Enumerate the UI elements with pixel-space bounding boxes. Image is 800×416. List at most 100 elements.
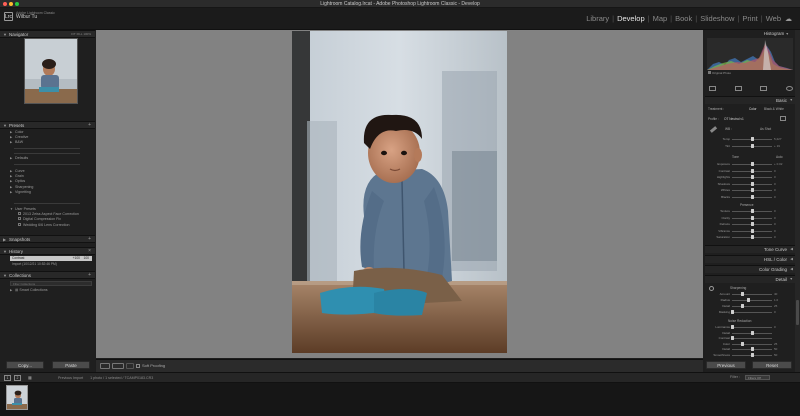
slider-masking[interactable]: Masking 0 xyxy=(706,310,790,315)
slider-knob[interactable] xyxy=(750,347,754,352)
preset-group[interactable]: ▶ B&W xyxy=(10,140,28,145)
slider-knob[interactable] xyxy=(750,330,754,335)
slider-amount[interactable]: Amount 40 xyxy=(706,292,790,297)
preset-group[interactable]: ▶ Defaults xyxy=(10,156,28,161)
slider-value[interactable]: 5,227 xyxy=(774,137,782,142)
navigator-zoom-options[interactable]: FIT FILL 100% xyxy=(71,31,91,38)
slider-detail[interactable]: Detail xyxy=(706,330,790,336)
slider-texture[interactable]: Texture 0 xyxy=(706,209,790,214)
detail-preview-icon[interactable] xyxy=(709,286,714,291)
navigator-preview[interactable] xyxy=(24,38,78,104)
snapshots-header[interactable]: ▶ Snapshots + xyxy=(0,235,95,243)
slider-knob[interactable] xyxy=(750,228,754,233)
history-row-selected[interactable]: Contrast +100 100 xyxy=(10,256,92,261)
before-after-toggle-icon[interactable] xyxy=(126,363,134,369)
slider-knob[interactable] xyxy=(730,325,734,329)
slider-track[interactable] xyxy=(732,294,772,295)
zoom-window-button[interactable] xyxy=(15,2,19,6)
identity-plate[interactable]: Adobe Lightroom Classic Wilbur Tu xyxy=(16,11,55,20)
slider-value[interactable]: 0 xyxy=(774,182,776,187)
paste-settings-button[interactable]: Paste xyxy=(52,361,90,369)
slider-track[interactable] xyxy=(732,306,772,307)
reset-button[interactable]: Reset xyxy=(752,361,792,369)
slider-knob[interactable] xyxy=(750,194,754,199)
wb-dropdown[interactable]: As Shot xyxy=(760,127,771,131)
slider-knob[interactable] xyxy=(750,144,754,148)
slider-value[interactable]: 0 xyxy=(774,169,776,174)
color-grading-header[interactable]: Color Grading ◀ xyxy=(705,265,795,273)
slider-blacks[interactable]: Blacks 0 xyxy=(706,194,790,200)
collections-filter-input[interactable]: Filter Collections xyxy=(10,281,92,286)
slider-knob[interactable] xyxy=(740,304,744,308)
scrollbar-thumb[interactable] xyxy=(796,300,799,325)
collection-smart[interactable]: ▶ ▦ Smart Collections xyxy=(10,288,48,293)
masking-icon[interactable] xyxy=(785,86,793,91)
collections-header[interactable]: ▼ Collections + xyxy=(0,271,95,279)
slider-value[interactable]: 0 xyxy=(774,235,776,240)
slider-shadows[interactable]: Shadows 0 xyxy=(706,181,790,187)
module-library[interactable]: Library xyxy=(586,14,609,23)
slider-value[interactable]: 1.0 xyxy=(774,298,778,303)
slider-track[interactable] xyxy=(732,338,772,340)
slider-contrast[interactable]: Contrast 0 xyxy=(706,168,790,174)
hsl-color-header[interactable]: HSL / Color ◀ xyxy=(705,255,795,263)
slider-value[interactable]: 50 xyxy=(774,347,777,352)
slider-value[interactable]: 0 xyxy=(774,222,776,227)
slider-track[interactable] xyxy=(732,312,772,313)
navigator-header[interactable]: ▼ Navigator FIT FILL 100% xyxy=(0,30,95,38)
slider-track[interactable] xyxy=(732,343,772,345)
cloud-icon[interactable]: ☁ xyxy=(785,15,792,23)
slider-value[interactable]: 0 xyxy=(774,325,776,330)
slider-knob[interactable] xyxy=(750,235,754,239)
slider-radius[interactable]: Radius 1.0 xyxy=(706,298,790,303)
detail-header[interactable]: Detail ▼ xyxy=(705,275,795,283)
slider-detail[interactable]: Detail 25 xyxy=(706,304,790,309)
slider-value[interactable]: 0 xyxy=(774,195,776,200)
loupe-view-icon[interactable] xyxy=(100,363,110,369)
auto-tone-button[interactable]: Auto xyxy=(776,155,783,159)
slider-track[interactable] xyxy=(732,300,772,301)
slider-exposure[interactable]: Exposure + 0.02 xyxy=(706,162,790,167)
slider-value[interactable]: 50 xyxy=(774,353,777,358)
clear-history-icon[interactable]: × xyxy=(88,248,91,255)
slider-value[interactable]: 0 xyxy=(774,175,776,180)
module-book[interactable]: Book xyxy=(675,14,692,23)
preset-group[interactable]: ▶ Vignetting xyxy=(10,190,33,195)
slider-dehaze[interactable]: Dehaze 0 xyxy=(706,222,790,227)
treatment-bw-option[interactable]: Black & White xyxy=(764,107,784,111)
module-print[interactable]: Print xyxy=(742,14,757,23)
secondary-display-icon[interactable]: 2 xyxy=(14,375,21,381)
slider-value[interactable]: 0 xyxy=(774,209,776,214)
slider-track[interactable] xyxy=(732,327,772,328)
tone-curve-header[interactable]: Tone Curve ◀ xyxy=(705,245,795,253)
module-slideshow[interactable]: Slideshow xyxy=(700,14,734,23)
slider-value[interactable]: 25 xyxy=(774,304,777,309)
slider-value[interactable]: 25 xyxy=(774,342,777,347)
module-map[interactable]: Map xyxy=(653,14,668,23)
slider-knob[interactable] xyxy=(746,298,750,302)
copy-settings-button[interactable]: Copy... xyxy=(6,361,44,369)
filmstrip-source[interactable]: Previous Import 1 photo / 1 selected / T… xyxy=(58,376,153,380)
add-preset-icon[interactable]: + xyxy=(88,122,91,129)
preset-item[interactable]: Wedding 6/6 Lens Correction xyxy=(10,222,79,228)
slider-vibrance[interactable]: Vibrance 0 xyxy=(706,228,790,234)
add-snapshot-icon[interactable]: + xyxy=(88,236,91,243)
slider-knob[interactable] xyxy=(750,181,754,186)
red-eye-icon[interactable] xyxy=(760,86,768,91)
basic-header[interactable]: Basic ▼ xyxy=(705,96,795,104)
history-row[interactable]: Import (10/12/21 10:52:46 PM) xyxy=(12,262,57,266)
add-collection-icon[interactable]: + xyxy=(88,272,91,279)
slider-knob[interactable] xyxy=(750,209,754,213)
slider-highlights[interactable]: Highlights 0 xyxy=(706,175,790,180)
slider-knob[interactable] xyxy=(730,310,734,314)
slider-clarity[interactable]: Clarity 0 xyxy=(706,215,790,221)
filter-dropdown[interactable]: Filters Off xyxy=(745,375,770,380)
minimize-window-button[interactable] xyxy=(9,2,13,6)
presets-header[interactable]: ▼ Presets + xyxy=(0,121,95,129)
slider-value[interactable]: + 0.02 xyxy=(774,162,782,167)
module-web[interactable]: Web xyxy=(766,14,781,23)
slider-value[interactable]: 0 xyxy=(774,229,776,234)
previous-button[interactable]: Previous xyxy=(706,361,746,369)
histogram[interactable] xyxy=(707,38,793,70)
slider-detail[interactable]: Detail 50 xyxy=(706,347,790,352)
